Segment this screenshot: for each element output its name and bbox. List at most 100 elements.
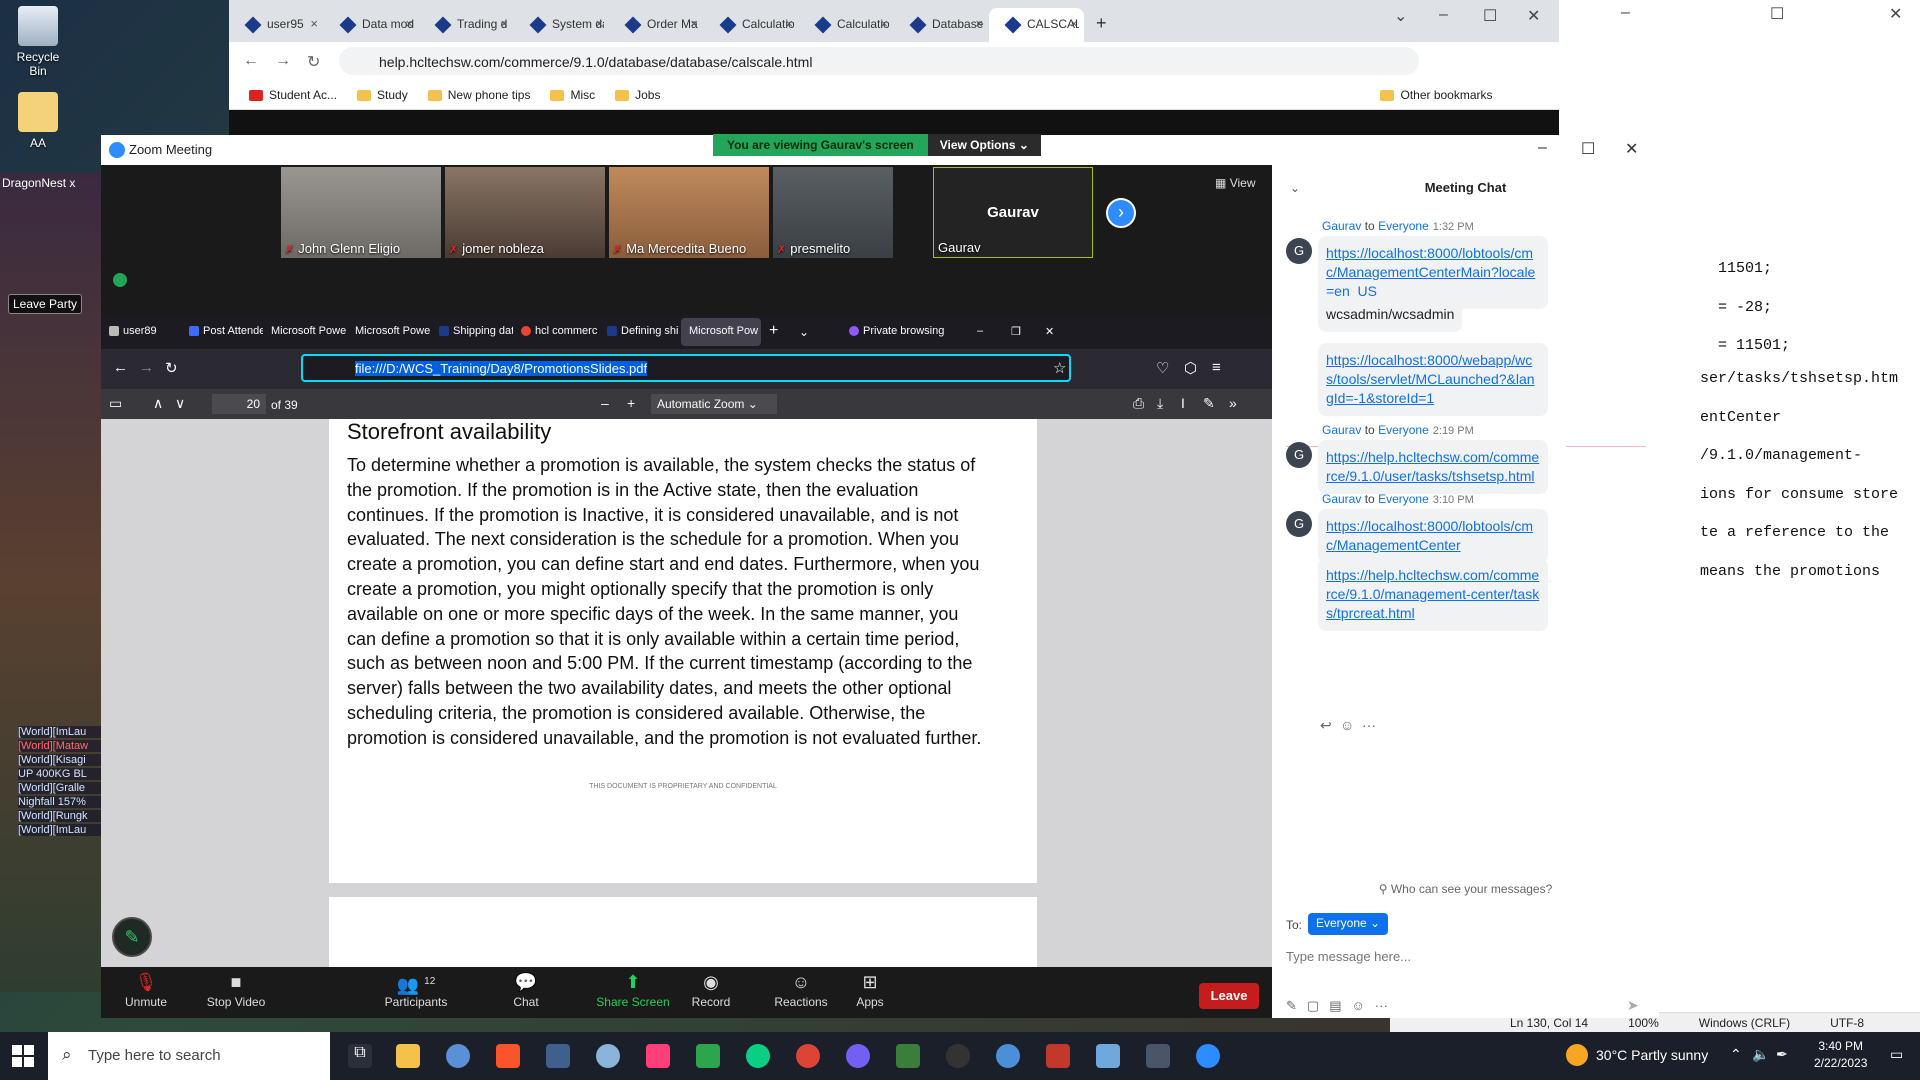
close-icon[interactable]: ✕ <box>1889 4 1902 24</box>
photos-icon[interactable] <box>546 1044 570 1068</box>
firefox-tab[interactable]: Post Attende <box>181 318 263 346</box>
chat-button[interactable]: 💬 Chat <box>481 967 571 1009</box>
chat-message-input[interactable] <box>1286 943 1636 969</box>
chat-link[interactable]: https://localhost:8000/lobtools/cmc/Mana… <box>1326 245 1535 299</box>
chevron-down-icon[interactable]: ⌄ <box>1394 6 1407 26</box>
bookmark-star-icon[interactable]: ☆ <box>1053 359 1066 377</box>
close-icon[interactable]: × <box>690 16 698 31</box>
brave-icon[interactable] <box>496 1044 520 1068</box>
volume-icon[interactable]: 🔈 <box>1752 1046 1769 1063</box>
close-icon[interactable]: × <box>405 16 413 31</box>
close-icon[interactable]: ✕ <box>1037 318 1071 346</box>
game-icon[interactable] <box>596 1044 620 1068</box>
notifications-icon[interactable]: ▭ <box>1890 1046 1903 1063</box>
firefox-address-bar[interactable]: file:///D:/WCS_Training/Day8/PromotionsS… <box>301 354 1071 382</box>
chat-link[interactable]: https://localhost:8000/webapp/wcs/tools/… <box>1326 352 1535 406</box>
chrome-icon[interactable] <box>796 1044 820 1068</box>
participant-tile[interactable]: ✗ Ma Mercedita Bueno <box>609 167 769 258</box>
pocket-icon[interactable]: ♡ <box>1156 359 1169 377</box>
firefox-tab-active[interactable]: Microsoft Pow <box>681 318 761 346</box>
zoom-select[interactable]: Automatic Zoom ⌄ <box>651 394 777 414</box>
annotate-pen-icon[interactable]: ✎ <box>112 917 152 957</box>
bookmark-folder[interactable]: Misc <box>550 88 595 102</box>
leave-button[interactable]: Leave <box>1199 983 1259 1009</box>
add-reaction-icon[interactable]: ☺ <box>1340 717 1354 733</box>
chat-link[interactable]: https://localhost:8000/lobtools/cmc/Mana… <box>1326 518 1533 553</box>
screenshot-icon[interactable]: ▢ <box>1307 998 1319 1014</box>
weather-text[interactable]: 30°C Partly sunny <box>1596 1047 1708 1063</box>
reload-icon[interactable]: ↻ <box>165 359 178 377</box>
notepad-text-lower[interactable]: ser/tasks/tshsetsp.htm entCenter/9.1.0/ma… <box>1700 360 1898 591</box>
chrome-tab[interactable]: Database × <box>894 8 989 42</box>
minimize-icon[interactable]: – <box>969 318 1003 346</box>
reload-icon[interactable]: ↻ <box>307 52 320 72</box>
bookmark-folder[interactable]: Study <box>357 88 408 102</box>
participant-tile-active-speaker[interactable]: Gaurav Gaurav <box>933 167 1093 258</box>
chrome-tab[interactable]: Calculatio × <box>799 8 894 42</box>
maximize-icon[interactable]: ☐ <box>1770 4 1784 24</box>
task-view-icon[interactable]: ⧉ <box>348 1044 372 1068</box>
minimize-icon[interactable]: – <box>1621 4 1630 22</box>
firefox-tab[interactable]: Microsoft Power <box>263 318 347 346</box>
page-number-input[interactable]: 20 <box>212 394 266 414</box>
participant-tile[interactable]: ✗ presmelito <box>773 167 893 258</box>
send-icon[interactable]: ➤ <box>1627 997 1639 1014</box>
close-icon[interactable]: ✕ <box>1527 6 1540 26</box>
more-icon[interactable]: ··· <box>1375 998 1388 1014</box>
calculator-icon[interactable] <box>1146 1044 1170 1068</box>
back-icon[interactable]: ← <box>113 359 128 376</box>
back-icon[interactable]: ← <box>243 52 259 70</box>
menu-icon[interactable]: ≡ <box>1212 359 1221 376</box>
pen-icon[interactable]: ✒ <box>1776 1046 1788 1063</box>
bookmark-folder[interactable]: Jobs <box>615 88 660 102</box>
participants-button[interactable]: 👥 12 Participants <box>371 967 461 1009</box>
stop-video-button[interactable]: ■ Stop Video <box>191 967 281 1009</box>
chat-link[interactable]: https://help.hcltechsw.com/commerce/9.1.… <box>1326 449 1539 484</box>
chevron-down-icon[interactable]: ⌄ <box>791 318 821 346</box>
taskbar-search[interactable]: ⌕ Type here to search <box>48 1032 330 1080</box>
notepad-plus-icon[interactable] <box>696 1044 720 1068</box>
chrome-tab[interactable]: System da × <box>514 8 609 42</box>
close-icon[interactable]: × <box>310 16 318 31</box>
maximize-icon[interactable]: ☐ <box>1581 139 1595 159</box>
chrome-tab[interactable]: Calculatio × <box>704 8 799 42</box>
participant-tile[interactable]: ✗ John Glenn Eligio <box>281 167 441 258</box>
minimize-icon[interactable]: – <box>1538 139 1547 157</box>
firefox-tab[interactable]: Shipping dat <box>431 318 513 346</box>
chevron-up-icon[interactable]: ⌃ <box>1730 1046 1742 1063</box>
app-icon[interactable] <box>446 1044 470 1068</box>
figma-icon[interactable] <box>746 1044 770 1068</box>
new-tab-button[interactable]: + <box>1084 8 1124 42</box>
notepad-icon[interactable] <box>1096 1044 1120 1068</box>
edge-icon[interactable] <box>996 1044 1020 1068</box>
extensions-icon[interactable]: ⬡ <box>1184 359 1197 377</box>
pdf-viewer[interactable]: Storefront availability To determine whe… <box>101 419 1272 967</box>
chrome-tab[interactable]: user95 × <box>229 8 324 42</box>
chrome-tab[interactable]: Trading d × <box>419 8 514 42</box>
intellij-icon[interactable] <box>646 1044 670 1068</box>
share-screen-button[interactable]: ⬆ Share Screen <box>588 967 678 1009</box>
folder-shortcut[interactable]: AA <box>8 92 68 150</box>
chat-link[interactable]: https://help.hcltechsw.com/commerce/9.1.… <box>1326 567 1539 621</box>
privacy-link[interactable]: ⚲ Who can see your messages? <box>1272 882 1659 896</box>
record-button[interactable]: ◉ Record <box>666 967 756 1009</box>
firefox-tab[interactable]: user89 <box>101 318 181 346</box>
other-bookmarks[interactable]: Other bookmarks <box>1380 88 1493 102</box>
zoom-icon[interactable] <box>1196 1044 1220 1068</box>
firefox-tab[interactable]: Microsoft Power <box>347 318 431 346</box>
apps-button[interactable]: ⊞ Apps <box>825 967 915 1009</box>
close-icon[interactable]: × <box>880 16 888 31</box>
recycle-bin-shortcut[interactable]: Recycle Bin <box>8 6 68 78</box>
chrome-address-bar[interactable]: help.hcltechsw.com/commerce/9.1.0/databa… <box>339 47 1419 75</box>
taskbar-clock[interactable]: 3:40 PM 2/22/2023 <box>1814 1038 1867 1072</box>
file-explorer-icon[interactable] <box>396 1044 420 1068</box>
viber-icon[interactable] <box>846 1044 870 1068</box>
forward-icon[interactable]: → <box>275 52 291 70</box>
reply-icon[interactable]: ↩ <box>1320 717 1332 734</box>
close-icon[interactable]: × <box>1070 16 1078 31</box>
close-icon[interactable]: × <box>785 16 793 31</box>
zoom-in-icon[interactable]: + <box>627 395 635 411</box>
dragon-nest-icon[interactable] <box>896 1044 920 1068</box>
firefox-tab[interactable]: hcl commerc <box>513 318 599 346</box>
view-button[interactable]: ▦ View <box>1215 176 1255 190</box>
